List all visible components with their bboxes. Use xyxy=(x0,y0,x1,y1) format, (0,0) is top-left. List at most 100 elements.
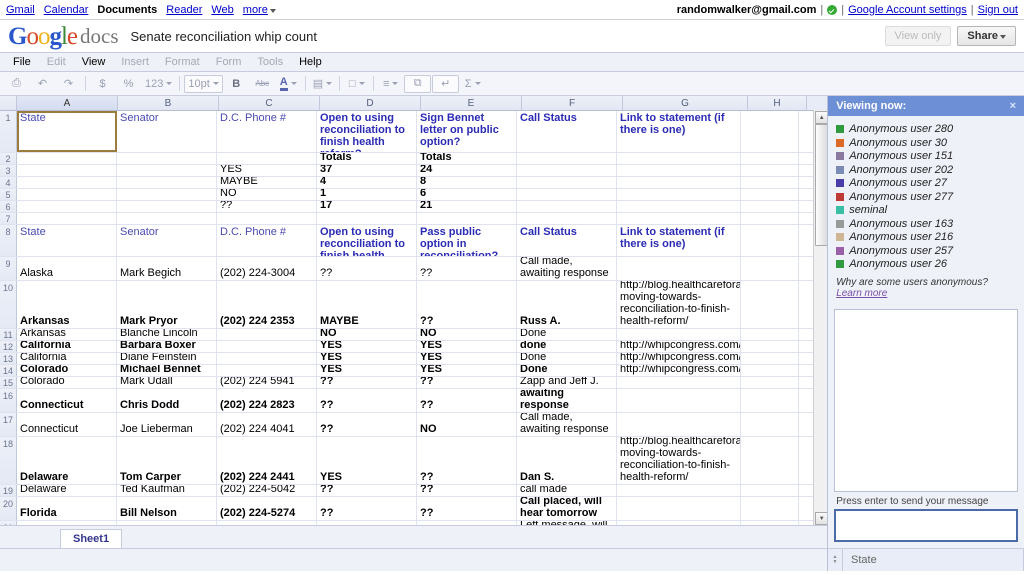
cell-D17[interactable]: ?? xyxy=(317,413,417,436)
cell-D4[interactable]: 4 xyxy=(317,177,417,188)
cell-G10[interactable]: http://blog.healthcareforameric moving-t… xyxy=(617,281,741,328)
cell-C10[interactable]: (202) 224 2353 xyxy=(217,281,317,328)
cell-H19[interactable] xyxy=(741,485,799,496)
percent-format-icon[interactable]: % xyxy=(116,74,141,93)
cell-H18[interactable] xyxy=(741,437,799,484)
cell-A11[interactable]: Arkansas xyxy=(17,329,117,340)
print-icon[interactable]: ⎙ xyxy=(4,74,29,93)
cell-C19[interactable]: (202) 224-5042 xyxy=(217,485,317,496)
gbar-link-reader[interactable]: Reader xyxy=(166,4,202,16)
table-row[interactable]: 2 Totals Totals xyxy=(0,153,828,165)
cell-E1[interactable]: Sign Bennet letter on public option? xyxy=(417,111,517,152)
table-row[interactable]: 3 YES 37 24 xyxy=(0,165,828,177)
cell-D11[interactable]: NO xyxy=(317,329,417,340)
table-row[interactable]: 6?? 17 21 xyxy=(0,201,828,213)
spinner-arrows-icon[interactable]: ▲ ▼ xyxy=(828,549,843,571)
redo-icon[interactable]: ↷ xyxy=(56,74,81,93)
viewer-item[interactable]: Anonymous user 216 xyxy=(836,231,1016,243)
cell-G14[interactable]: http://whipcongress.com/ xyxy=(617,365,741,376)
menu-view[interactable]: View xyxy=(75,54,113,70)
cell-E2[interactable]: Totals xyxy=(417,153,517,164)
row-header-18[interactable]: 18 xyxy=(0,437,17,484)
table-row[interactable]: 16 Connecticut Chris Dodd (202) 224 2823???… xyxy=(0,389,828,413)
cell-H16[interactable] xyxy=(741,389,799,412)
menu-format[interactable]: Format xyxy=(158,54,207,70)
cell-E14[interactable]: YES xyxy=(417,365,517,376)
cell-B6[interactable] xyxy=(117,201,217,212)
scroll-up-arrow[interactable]: ▲ xyxy=(815,111,828,124)
table-row[interactable]: 9 Alaska Mark Begich (202) 224-3004???? Call… xyxy=(0,257,828,281)
cell-H14[interactable] xyxy=(741,365,799,376)
row-header-5[interactable]: 5 xyxy=(0,189,17,200)
cell-E18[interactable]: ?? xyxy=(417,437,517,484)
undo-icon[interactable]: ↶ xyxy=(30,74,55,93)
row-header-13[interactable]: 13 xyxy=(0,353,17,364)
cell-H2[interactable] xyxy=(741,153,799,164)
cell-D15[interactable]: ?? xyxy=(317,377,417,388)
table-row[interactable]: 5 NO 1 6 xyxy=(0,189,828,201)
cell-C14[interactable] xyxy=(217,365,317,376)
cell-B2[interactable] xyxy=(117,153,217,164)
cell-B8[interactable]: Senator xyxy=(117,225,217,256)
cell-C1[interactable]: D.C. Phone # xyxy=(217,111,317,152)
gbar-more-menu[interactable]: more xyxy=(243,4,276,16)
gbar-link-gmail[interactable]: Gmail xyxy=(6,4,35,16)
cell-E11[interactable]: NO xyxy=(417,329,517,340)
cell-C20[interactable]: (202) 224-5274 xyxy=(217,497,317,520)
cell-D14[interactable]: YES xyxy=(317,365,417,376)
wrap-text-icon[interactable]: ↵ xyxy=(432,74,460,93)
table-row[interactable]: 7 xyxy=(0,213,828,225)
cell-C5[interactable]: NO xyxy=(217,189,317,200)
cell-E20[interactable]: ?? xyxy=(417,497,517,520)
cell-A13[interactable]: California xyxy=(17,353,117,364)
row-header-16[interactable]: 16 xyxy=(0,389,17,412)
row-header-14[interactable]: 14 xyxy=(0,365,17,376)
table-row[interactable]: 11 Arkansas Blanche Lincoln NO NO Done xyxy=(0,329,828,341)
cell-E17[interactable]: NO xyxy=(417,413,517,436)
cell-A5[interactable] xyxy=(17,189,117,200)
google-logo[interactable]: Google xyxy=(8,24,78,49)
cell-C11[interactable] xyxy=(217,329,317,340)
viewer-item[interactable]: Anonymous user 277 xyxy=(836,191,1016,203)
cell-D7[interactable] xyxy=(317,213,417,224)
select-all-corner[interactable] xyxy=(0,96,17,110)
cell-E3[interactable]: 24 xyxy=(417,165,517,176)
cell-C7[interactable] xyxy=(217,213,317,224)
text-color-icon[interactable]: A xyxy=(276,74,301,93)
cell-C4[interactable]: MAYBE xyxy=(217,177,317,188)
cell-F2[interactable] xyxy=(517,153,617,164)
viewer-item[interactable]: Anonymous user 27 xyxy=(836,177,1016,189)
row-header-3[interactable]: 3 xyxy=(0,165,17,176)
cell-B12[interactable]: Barbara Boxer xyxy=(117,341,217,352)
cell-G16[interactable] xyxy=(617,389,741,412)
cell-A14[interactable]: Colorado xyxy=(17,365,117,376)
cell-G11[interactable] xyxy=(617,329,741,340)
cell-A15[interactable]: Colorado xyxy=(17,377,117,388)
page-title[interactable]: Senate reconciliation whip count xyxy=(131,29,317,44)
column-header-b[interactable]: B xyxy=(118,96,219,110)
strikethrough-icon[interactable]: Abc xyxy=(250,74,275,93)
cell-G2[interactable] xyxy=(617,153,741,164)
column-header-e[interactable]: E xyxy=(421,96,522,110)
row-header-10[interactable]: 10 xyxy=(0,281,17,328)
cell-A8[interactable]: State xyxy=(17,225,117,256)
cell-H12[interactable] xyxy=(741,341,799,352)
gbar-link-documents[interactable]: Documents xyxy=(97,4,157,16)
fill-color-icon[interactable]: ▤ xyxy=(310,74,335,93)
table-row[interactable]: 19 Delaware Ted Kaufman (202) 224-5042???? c… xyxy=(0,485,828,497)
table-row[interactable]: 20 Florida Bill Nelson (202) 224-5274???? Ca… xyxy=(0,497,828,521)
cell-C9[interactable]: (202) 224-3004 xyxy=(217,257,317,280)
cell-F5[interactable] xyxy=(517,189,617,200)
cell-C3[interactable]: YES xyxy=(217,165,317,176)
viewer-item[interactable]: Anonymous user 30 xyxy=(836,137,1016,149)
cell-A4[interactable] xyxy=(17,177,117,188)
cell-A2[interactable] xyxy=(17,153,117,164)
align-icon[interactable]: ≡ xyxy=(378,74,403,93)
cell-H4[interactable] xyxy=(741,177,799,188)
table-row[interactable]: 14 Colorado Michael Bennet YES YES Done http:/… xyxy=(0,365,828,377)
cell-B5[interactable] xyxy=(117,189,217,200)
grid-rows[interactable]: 1 State Senator D.C. Phone # Open to using r… xyxy=(0,111,828,541)
viewer-item[interactable]: Anonymous user 280 xyxy=(836,123,1016,135)
column-header-f[interactable]: F xyxy=(522,96,623,110)
cell-D10[interactable]: MAYBE xyxy=(317,281,417,328)
